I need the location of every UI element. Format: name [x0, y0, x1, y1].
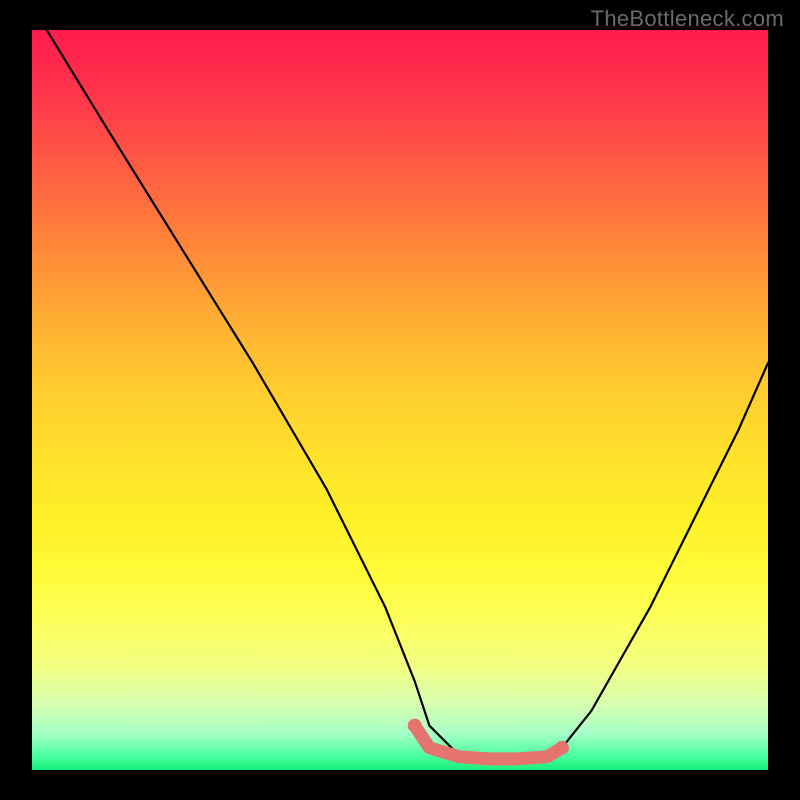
- bottleneck-curve: [47, 30, 768, 759]
- watermark-text: TheBottleneck.com: [591, 6, 784, 32]
- chart-frame: TheBottleneck.com: [0, 0, 800, 800]
- band-end-right: [555, 741, 569, 755]
- plot-area: [32, 30, 768, 770]
- optimal-band: [415, 726, 562, 759]
- band-end-left: [408, 719, 422, 733]
- curve-layer: [32, 30, 768, 770]
